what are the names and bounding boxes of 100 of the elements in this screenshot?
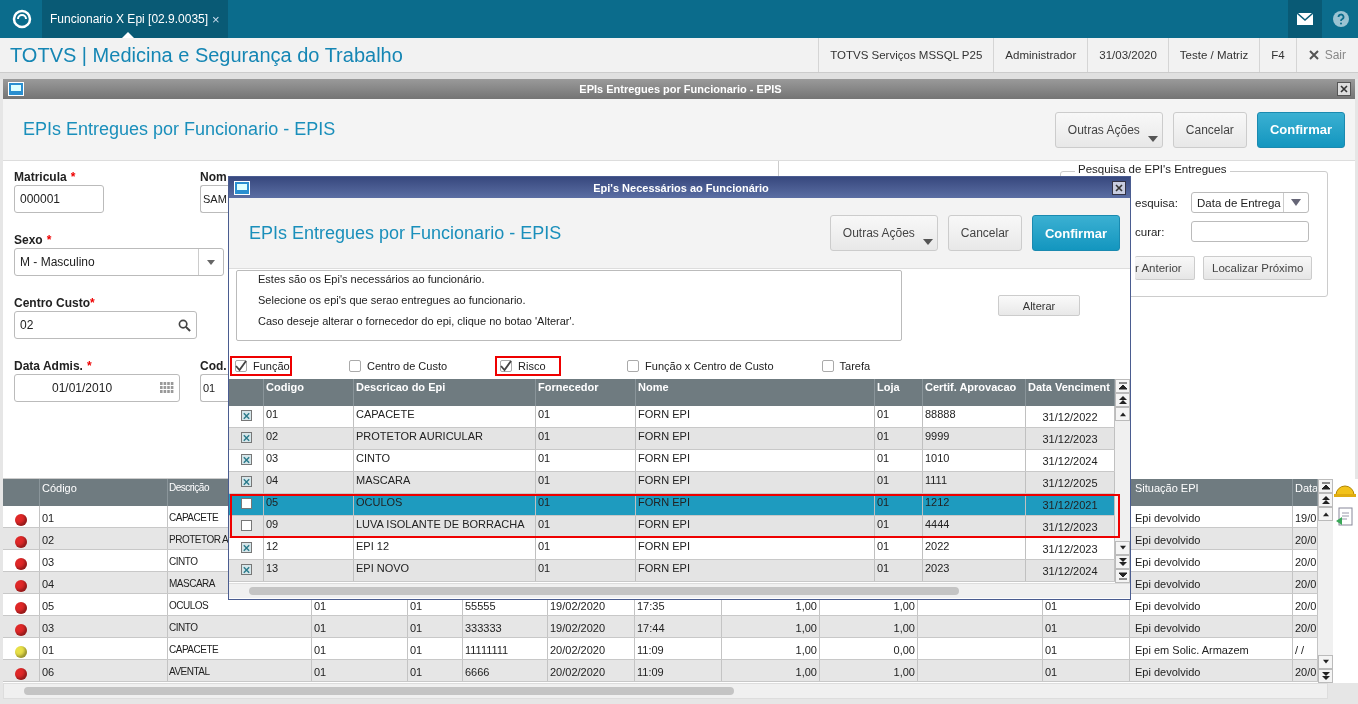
up-arrow-icon (1321, 511, 1330, 517)
checkbox[interactable] (240, 498, 252, 509)
column-header[interactable]: Descrição (169, 482, 209, 493)
horizontal-scrollbar[interactable] (3, 683, 1328, 699)
lookup-field[interactable]: 02 (14, 311, 197, 339)
scroll-down-button[interactable] (1318, 655, 1333, 669)
scroll-top-button[interactable] (1115, 379, 1130, 393)
double-down-arrow-icon (1321, 672, 1330, 680)
table-cell: 01 (536, 406, 636, 427)
dialog-heading: EPIs Entregues por Funcionario - EPIS (249, 222, 562, 244)
search-icon[interactable] (178, 318, 191, 332)
checkbox[interactable] (240, 410, 252, 421)
dropdown-arrow-icon (207, 259, 215, 265)
table-cell: MASCARA (354, 472, 536, 493)
close-button[interactable] (1112, 180, 1126, 195)
scroll-page-up-button[interactable] (1318, 493, 1333, 507)
scroll-page-down-button[interactable] (1318, 669, 1333, 683)
table-row[interactable]: 01 CAPACETE 01 FORN EPI 01 88888 31/12/2022 (229, 406, 1115, 428)
cancel-button[interactable]: Cancelar (947, 215, 1022, 251)
table-row[interactable]: 09 LUVA ISOLANTE DE BORRACHA 01 FORN EPI 01 4444 31/12/2023 (229, 516, 1115, 538)
table-cell: AVENTAL (169, 666, 210, 677)
close-icon (1308, 50, 1319, 60)
table-cell: 01 (408, 616, 463, 637)
table-cell: FORN EPI (636, 472, 875, 493)
more-actions-button[interactable]: Outras Ações (829, 215, 938, 251)
text-field[interactable]: SAM (200, 185, 228, 213)
dropdown-arrow-icon (1291, 199, 1301, 206)
table-cell: 01 (875, 538, 923, 559)
table-cell: 05 (40, 594, 168, 615)
mail-button[interactable] (1288, 0, 1322, 38)
table-cell: 1,00 (722, 616, 820, 637)
input-field[interactable] (1191, 221, 1309, 242)
checkbox[interactable] (240, 432, 252, 443)
close-tab-button[interactable]: × (212, 11, 220, 27)
app-title: TOTVS | Medicina e Segurança do Trabalho (10, 43, 403, 67)
checkbox-label: Tarefa (839, 360, 871, 372)
close-button[interactable] (1337, 82, 1351, 96)
status-item: 31/03/2020 (1087, 38, 1168, 72)
text-field[interactable]: 01 (200, 374, 228, 402)
more-actions-button[interactable]: Outras Ações (1054, 111, 1163, 148)
scroll-page-down-button[interactable] (1115, 555, 1130, 569)
select-field[interactable]: Data de Entrega (1191, 192, 1309, 213)
horizontal-scrollbar[interactable] (229, 583, 1130, 598)
table-cell: 20/02/2020 (548, 660, 635, 681)
checkbox[interactable] (240, 542, 252, 553)
table-cell: MASCARA (169, 578, 215, 589)
table-cell: 01 (312, 638, 408, 659)
checkbox[interactable] (349, 360, 361, 372)
table-row[interactable]: 04 MASCARA 01 FORN EPI 01 1111 31/12/2025 (229, 472, 1115, 494)
checkbox[interactable] (500, 360, 513, 372)
cancel-button[interactable]: Cancelar (1172, 111, 1247, 148)
select-field[interactable]: M - Masculino (14, 248, 224, 276)
selected-row[interactable]: 05 OCULOS 01 FORN EPI 01 1212 31/12/2021 (229, 494, 1115, 516)
text-field[interactable]: 000001 (14, 185, 104, 213)
checkbox[interactable] (240, 454, 252, 465)
scroll-up-button[interactable] (1318, 507, 1333, 521)
info-text: Estes são os Epi's necessários ao funcionário. (258, 273, 486, 285)
table-cell: CAPACETE (169, 644, 219, 655)
checkbox[interactable] (821, 360, 834, 372)
table-cell: 01 (408, 638, 463, 659)
scroll-down-button[interactable] (1115, 541, 1130, 555)
find-button[interactable]: Localizar Próximo (1203, 256, 1313, 280)
app-tab[interactable]: Funcionario X Epi [02.9.0035] × (42, 0, 228, 38)
table-row[interactable]: 13 EPI NOVO 01 FORN EPI 01 2023 31/12/2024 (229, 560, 1115, 582)
table-cell: 88888 (923, 406, 1026, 427)
date-field[interactable]: 01/01/2010 (14, 374, 180, 402)
close-icon (1115, 183, 1123, 192)
table-cell: 01 (536, 450, 636, 471)
table-row[interactable]: 12 EPI 12 01 FORN EPI 01 2022 31/12/2023 (229, 538, 1115, 560)
down-arrow-icon (1118, 545, 1127, 551)
scroll-top-button[interactable] (1318, 479, 1333, 493)
status-item: F4 (1259, 38, 1296, 72)
scroll-bottom-button[interactable] (1115, 569, 1130, 583)
field-label: curar: (1135, 225, 1166, 238)
scroll-page-up-button[interactable] (1115, 393, 1130, 407)
checkbox[interactable] (627, 360, 640, 372)
table-cell: OCULOS (169, 600, 209, 611)
checkbox-label: Centro de Custo (367, 360, 448, 372)
table-cell: 01 (875, 450, 923, 471)
table-cell: Epi devolvido (1130, 616, 1293, 637)
checkbox[interactable] (240, 520, 252, 531)
alter-button[interactable]: Alterar (998, 295, 1080, 316)
calendar-icon[interactable] (160, 382, 174, 394)
table-cell: FORN EPI (636, 450, 875, 471)
info-text: Selecione os epi's que serao entregues ao funcionario. (258, 294, 527, 306)
table-cell: 1010 (923, 450, 1026, 471)
checkbox[interactable] (240, 476, 252, 487)
checkbox[interactable] (235, 360, 247, 372)
table-cell: 01 (312, 616, 408, 637)
scroll-up-button[interactable] (1115, 407, 1130, 421)
find-button[interactable]: r Anterior (1135, 256, 1195, 280)
checkbox-label: Função (253, 360, 290, 372)
table-cell: 333333 (463, 616, 548, 637)
logo-icon[interactable] (12, 9, 32, 29)
table-cell: 03 (40, 550, 168, 571)
table-row[interactable]: 02 PROTETOR AURICULAR 01 FORN EPI 01 9999 31/12/2023 (229, 428, 1115, 450)
table-row[interactable]: 03 CINTO 01 FORN EPI 01 1010 31/12/2024 (229, 450, 1115, 472)
field-label: Data Admis. * (14, 359, 93, 373)
checkbox-label: Função x Centro de Custo (645, 360, 774, 372)
checkbox[interactable] (240, 564, 252, 575)
